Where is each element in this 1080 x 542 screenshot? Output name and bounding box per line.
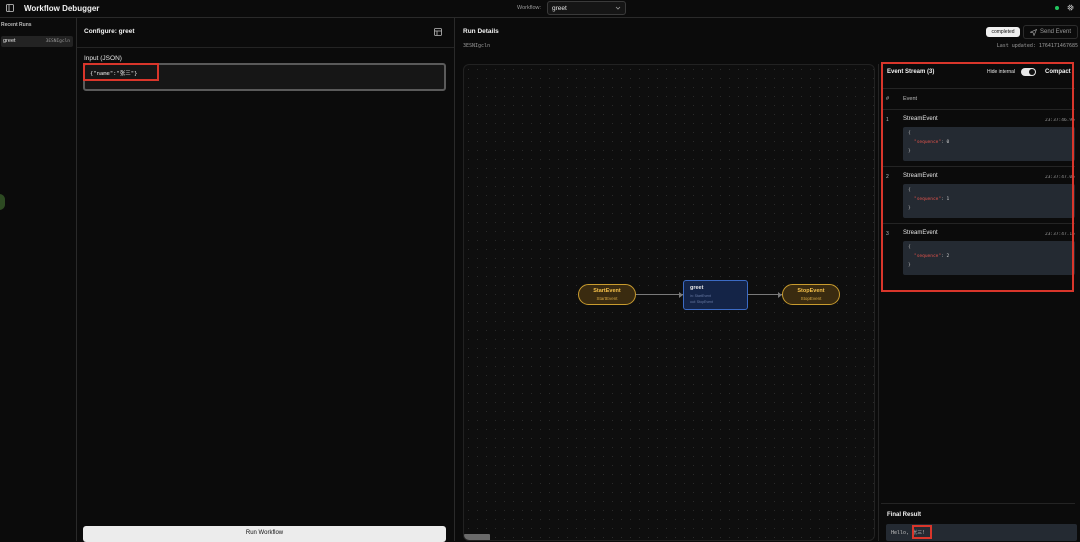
- highlight-box: [912, 525, 932, 539]
- workflow-select[interactable]: greet: [547, 1, 626, 15]
- input-json-label: Input (JSON): [84, 55, 122, 62]
- workflow-label: Workflow:: [517, 5, 542, 11]
- run-name: greet: [3, 38, 16, 44]
- greet-step-node[interactable]: greet in: StartEvent out: StopEvent: [683, 280, 748, 310]
- configure-panel: Configure: greet Input (JSON) {"name":"张…: [77, 18, 455, 542]
- run-id: 3ESNIgcln: [45, 38, 70, 44]
- divider: [881, 503, 1075, 504]
- app-title: Workflow Debugger: [24, 4, 100, 13]
- status-badge-text: completed: [991, 29, 1015, 35]
- last-updated: Last updated: 1764171467685: [996, 43, 1078, 49]
- graph-edge: [748, 294, 782, 295]
- workflow-select-value: greet: [552, 5, 567, 12]
- gear-icon[interactable]: [1066, 3, 1075, 12]
- divider: [77, 47, 454, 48]
- graph-edge: [636, 294, 683, 295]
- sidebar-toggle-icon[interactable]: [6, 4, 14, 12]
- highlight-box: [881, 62, 1074, 292]
- node-subtitle: StartEvent: [596, 296, 618, 301]
- run-id-label: 3ESNIgcln: [463, 43, 491, 49]
- start-event-node[interactable]: StartEvent StartEvent: [578, 284, 636, 305]
- run-workflow-label: Run Workflow: [245, 530, 284, 536]
- final-result-prefix: Hello,: [891, 530, 913, 536]
- send-event-button[interactable]: Send Event: [1023, 25, 1078, 39]
- divider: [878, 64, 879, 541]
- workflow-graph-canvas[interactable]: StartEvent StartEvent greet in: StartEve…: [463, 64, 875, 541]
- node-input: in: StartEvent: [690, 294, 712, 298]
- node-title: StopEvent: [797, 288, 825, 294]
- send-icon: [1029, 28, 1038, 37]
- recent-runs-sidebar: Recent Runs greet 3ESNIgcln: [0, 18, 77, 541]
- node-subtitle: StopEvent: [800, 296, 822, 301]
- top-bar: Workflow Debugger Workflow: greet: [0, 0, 1080, 18]
- highlight-box: [83, 63, 159, 81]
- floating-handle[interactable]: [0, 194, 5, 210]
- send-event-label: Send Event: [1040, 29, 1072, 35]
- run-workflow-button[interactable]: Run Workflow: [83, 526, 446, 542]
- connection-status-dot: [1055, 6, 1059, 10]
- chevron-down-icon: [615, 5, 621, 11]
- configure-title: Configure: greet: [84, 28, 135, 35]
- panel-layout-icon[interactable]: [434, 28, 442, 36]
- run-details-title: Run Details: [463, 28, 499, 35]
- stop-event-node[interactable]: StopEvent StopEvent: [782, 284, 840, 305]
- status-badge: completed: [986, 27, 1020, 37]
- run-list-item[interactable]: greet 3ESNIgcln: [1, 36, 73, 47]
- node-title: greet: [690, 285, 704, 291]
- final-result-title: Final Result: [887, 512, 922, 518]
- node-title: StartEvent: [593, 288, 621, 294]
- node-output: out: StopEvent: [690, 300, 713, 304]
- canvas-scrollbar[interactable]: [464, 534, 490, 540]
- recent-runs-heading: Recent Runs: [1, 22, 32, 28]
- run-details-panel: Run Details 3ESNIgcln completed Send Eve…: [455, 18, 1080, 541]
